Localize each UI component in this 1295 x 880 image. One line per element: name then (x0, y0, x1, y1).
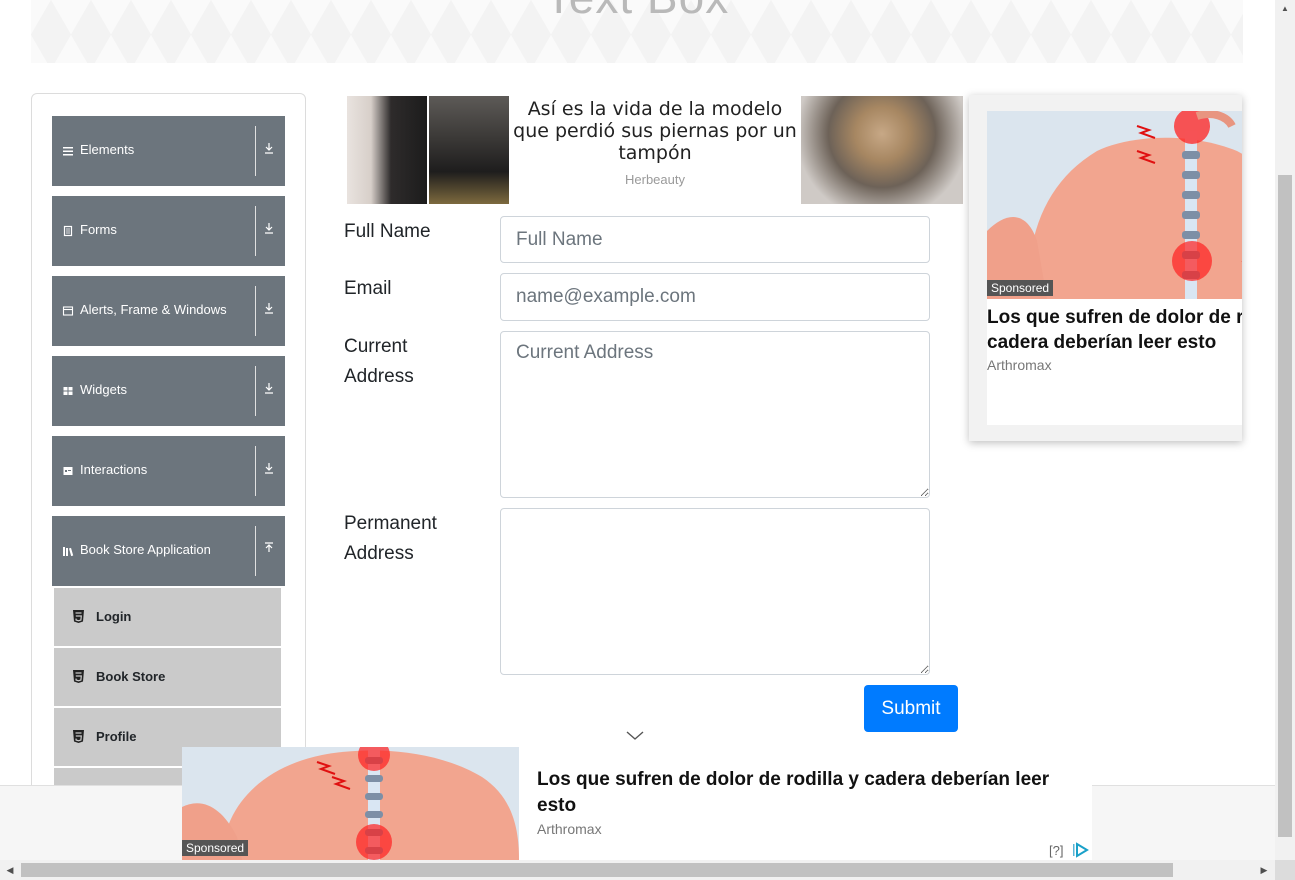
sidebar-item-label: Login (96, 609, 132, 624)
horizontal-scroll-thumb[interactable] (21, 863, 1173, 877)
sidebar-item-label: Profile (96, 729, 137, 744)
html5-icon (72, 670, 85, 684)
horizontal-scrollbar[interactable]: ◀ ▶ (0, 860, 1275, 880)
html5-icon (72, 730, 85, 744)
hamburger-icon (62, 145, 74, 157)
download-arrow-icon[interactable] (258, 380, 280, 400)
download-arrow-icon[interactable] (258, 460, 280, 480)
sidebar-group-label: Elements (80, 142, 135, 157)
grid-icon (62, 385, 74, 397)
ad-card[interactable]: Sponsored Los que sufren de dolor de rod… (987, 111, 1242, 425)
download-arrow-icon[interactable] (258, 300, 280, 320)
books-icon (62, 545, 74, 557)
divider (255, 126, 256, 176)
ad-source: Arthromax (987, 357, 1052, 373)
upload-arrow-icon[interactable] (258, 540, 280, 560)
ad-image: Sponsored (182, 747, 519, 860)
ad-photo (429, 96, 509, 204)
chevron-down-icon[interactable] (625, 728, 645, 746)
submit-button[interactable]: Submit (864, 685, 958, 732)
sidebar-item-label: Book Store (96, 669, 166, 684)
scroll-right-icon[interactable]: ▶ (1257, 863, 1271, 877)
download-arrow-icon[interactable] (258, 220, 280, 240)
scrollbar-corner (1275, 860, 1295, 880)
ad-photo (347, 96, 427, 204)
vertical-scrollbar[interactable]: ▲ (1275, 0, 1295, 860)
ad-help-link[interactable]: [?] (1049, 843, 1063, 858)
sponsored-badge: Sponsored (987, 280, 1054, 296)
sidebar-group-book-store[interactable]: Book Store Application (52, 516, 285, 586)
page-title: Text Box (31, 0, 1243, 24)
full-name-input[interactable] (500, 216, 930, 263)
sidebar-group-alerts[interactable]: Alerts, Frame & Windows (52, 276, 285, 346)
divider (255, 446, 256, 496)
sidebar-group-label: Interactions (80, 462, 148, 477)
current-address-textarea[interactable] (500, 331, 930, 498)
divider (255, 286, 256, 336)
sidebar-item-book-store[interactable]: Book Store (54, 648, 281, 706)
sidebar-group-forms[interactable]: Forms (52, 196, 285, 266)
document-icon (62, 225, 74, 237)
sidebar-group-elements[interactable]: Elements (52, 116, 285, 186)
permanent-address-textarea[interactable] (500, 508, 930, 675)
page-banner: Text Box (31, 0, 1243, 63)
ad-title-line: Los que sufren de dolor de rod (987, 307, 1242, 328)
sidebar-group-label: Alerts, Frame & Windows (80, 302, 227, 317)
ad-source: Arthromax (537, 821, 602, 837)
html5-icon (72, 610, 85, 624)
email-input[interactable] (500, 273, 930, 321)
email-label: Email (344, 278, 392, 299)
ad-title[interactable]: Así es la vida de la modelo que perdió s… (511, 98, 799, 164)
divider (255, 526, 256, 576)
sidebar-group-label: Widgets (80, 382, 127, 397)
sidebar-group-label: Book Store Application (80, 542, 211, 557)
full-name-label: Full Name (344, 221, 431, 242)
adchoices-icon[interactable] (1072, 842, 1090, 858)
ad-title[interactable]: Los que sufren de dolor de rod cadera de… (987, 305, 1242, 355)
permanent-address-label: Permanent Address (344, 513, 437, 564)
sidebar-group-label: Forms (80, 222, 117, 237)
sidebar-group-interactions[interactable]: Interactions (52, 436, 285, 506)
sidebar-group-widgets[interactable]: Widgets (52, 356, 285, 426)
vertical-scroll-thumb[interactable] (1278, 175, 1292, 837)
download-arrow-icon[interactable] (258, 140, 280, 160)
ad-title-line: cadera deberían leer esto (987, 332, 1217, 353)
sidebar-item-login[interactable]: Login (54, 588, 281, 646)
interaction-icon (62, 465, 74, 477)
ad-sidebar-right[interactable]: Sponsored Los que sufren de dolor de rod… (969, 95, 1242, 441)
ad-banner-top[interactable]: Así es la vida de la modelo que perdió s… (347, 96, 963, 204)
ad-source: Herbeauty (625, 172, 685, 187)
current-address-label: Current Address (344, 336, 414, 387)
window-icon (62, 305, 74, 317)
sidebar: Elements Forms Alerts, Frame & Windows W… (31, 93, 306, 815)
scroll-up-icon[interactable]: ▲ (1275, 2, 1295, 16)
scroll-left-icon[interactable]: ◀ (3, 863, 17, 877)
ad-title[interactable]: Los que sufren de dolor de rodilla y cad… (537, 767, 1082, 819)
sponsored-badge: Sponsored (182, 840, 249, 856)
divider (255, 206, 256, 256)
ad-photo (801, 96, 963, 204)
ad-image: Sponsored (987, 111, 1242, 299)
ad-bottom[interactable]: Sponsored Los que sufren de dolor de rod… (182, 747, 1092, 860)
divider (255, 366, 256, 416)
